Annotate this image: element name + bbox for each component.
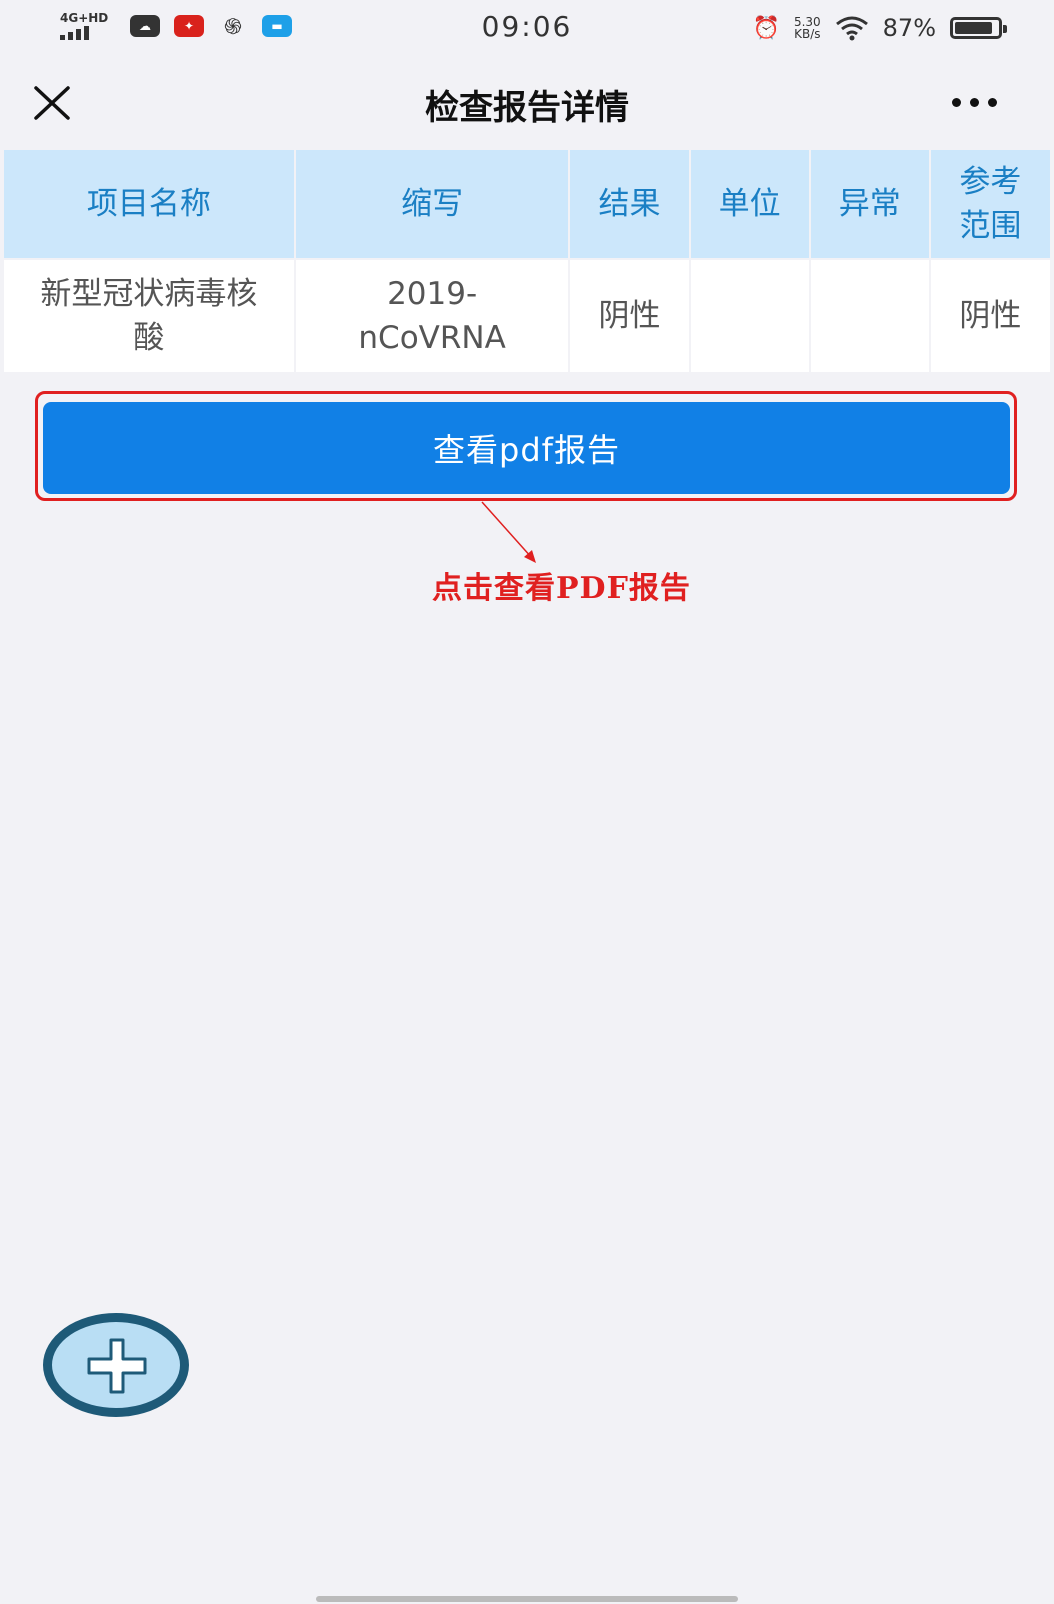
annotation-arrow-icon xyxy=(481,501,536,563)
cell-abnormal xyxy=(810,260,929,372)
home-indicator[interactable] xyxy=(316,1596,738,1602)
table-header-row: 项目名称 缩写 结果 单位 异常 参考 范围 xyxy=(4,150,1050,258)
header-abbreviation: 缩写 xyxy=(295,150,569,258)
header-range-line1: 参考 xyxy=(959,164,1022,200)
nav-bar: 检查报告详情 xyxy=(0,58,1054,148)
header-result: 结果 xyxy=(570,150,689,258)
cell-abbr-line1: 2019- xyxy=(387,276,478,312)
more-button[interactable] xyxy=(952,90,1008,114)
page-title: 检查报告详情 xyxy=(425,88,629,128)
more-icon-dot xyxy=(970,97,979,107)
status-bar: 4G+HD ☁ ✦ ֍ ▬ 09:06 ⏰ 5.30 KB/s 87% xyxy=(0,0,1054,58)
floating-add-button[interactable] xyxy=(43,1313,189,1417)
header-reference-range: 参考 范围 xyxy=(930,150,1050,258)
cell-abbr-line2: nCoVRNA xyxy=(358,320,506,356)
cell-reference-range: 阴性 xyxy=(930,260,1050,372)
view-pdf-report-button[interactable]: 查看pdf报告 xyxy=(43,402,1010,494)
status-right: ⏰ 5.30 KB/s 87% xyxy=(752,14,1007,42)
table-row: 新型冠状病毒核 酸 2019- nCoVRNA 阴性 阴性 xyxy=(4,260,1050,372)
cell-unit xyxy=(690,260,809,372)
more-icon-dot xyxy=(988,97,997,107)
wifi-icon xyxy=(835,16,868,41)
cell-item-name-line1: 新型冠状病毒核 xyxy=(40,276,258,312)
speed-unit: KB/s xyxy=(794,27,821,41)
battery-fill xyxy=(955,22,992,34)
header-item-name: 项目名称 xyxy=(4,150,294,258)
annotation-text: 点击查看PDF报告 xyxy=(432,571,691,606)
more-icon xyxy=(952,97,961,107)
battery-icon xyxy=(950,17,1007,39)
cell-item-name: 新型冠状病毒核 酸 xyxy=(4,260,294,372)
close-button[interactable] xyxy=(30,80,76,126)
alarm-icon: ⏰ xyxy=(752,15,780,41)
report-table: 项目名称 缩写 结果 单位 异常 参考 范围 新型冠状病毒核 酸 2019- n… xyxy=(2,148,1052,374)
header-abnormal: 异常 xyxy=(810,150,929,258)
plus-icon xyxy=(87,1338,147,1394)
network-speed: 5.30 KB/s xyxy=(794,16,821,40)
cell-abbreviation: 2019- nCoVRNA xyxy=(295,260,569,372)
cell-item-name-line2: 酸 xyxy=(133,320,165,356)
close-icon xyxy=(34,86,70,120)
header-unit: 单位 xyxy=(690,150,809,258)
battery-percent: 87% xyxy=(882,14,936,42)
header-range-line2: 范围 xyxy=(959,208,1022,244)
cell-result: 阴性 xyxy=(570,260,689,372)
